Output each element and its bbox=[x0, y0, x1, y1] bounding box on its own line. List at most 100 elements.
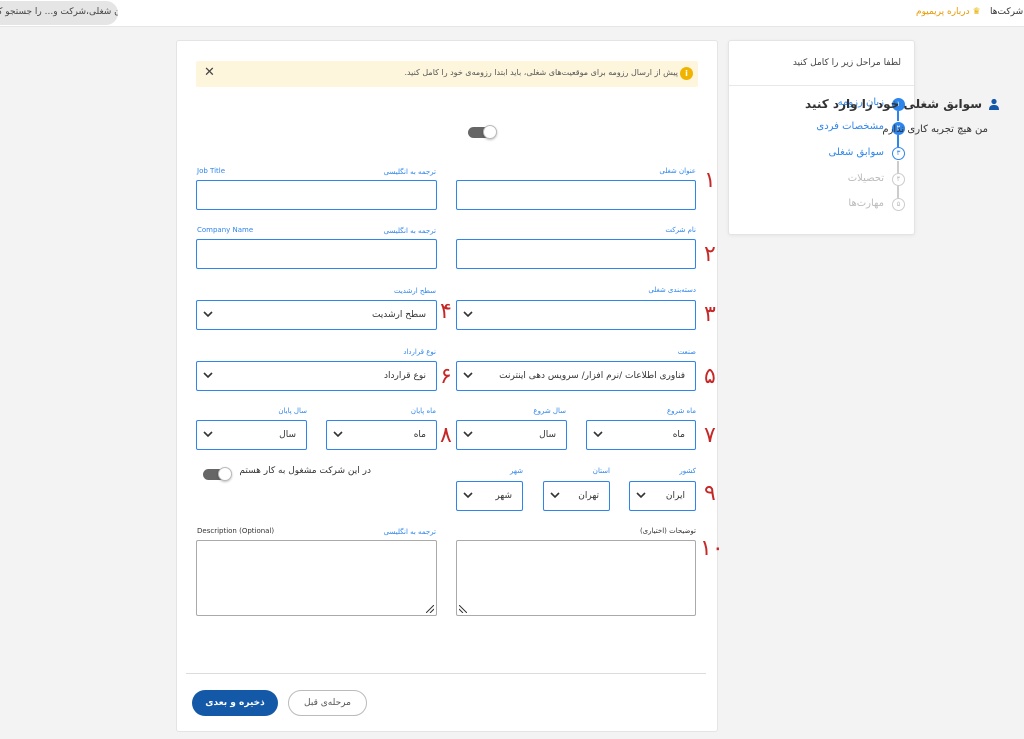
annotation-number: ۴ bbox=[440, 299, 452, 324]
no-experience-toggle[interactable] bbox=[468, 125, 497, 139]
city-label: شهر bbox=[510, 467, 523, 475]
start-year-dropdown[interactable]: سال bbox=[456, 420, 567, 450]
description-label: توضیحات (اختیاری) bbox=[639, 527, 696, 535]
annotation-number: ۸ bbox=[440, 423, 452, 448]
country-dropdown[interactable]: ایران bbox=[629, 481, 696, 511]
description-textarea[interactable] bbox=[456, 540, 696, 616]
premium-link[interactable]: ♛ درباره پریمیوم bbox=[916, 7, 981, 17]
end-month-value: ماه bbox=[413, 430, 426, 440]
chevron-down-icon bbox=[463, 372, 473, 379]
job-title-input[interactable] bbox=[456, 180, 696, 210]
job-title-en-label: ترجمه به انگلیسی bbox=[383, 168, 436, 176]
chevron-down-icon bbox=[203, 311, 213, 318]
chevron-down-icon bbox=[463, 492, 473, 499]
company-en-hint: Company Name bbox=[197, 226, 254, 234]
industry-label: صنعت bbox=[677, 348, 696, 356]
start-month-label: ماه شروع bbox=[666, 407, 696, 415]
end-month-dropdown[interactable]: ماه bbox=[326, 420, 437, 450]
category-label: دسته‌بندی شغلی bbox=[648, 286, 696, 294]
job-title-en-hint: Job Title bbox=[197, 167, 226, 175]
description-en-textarea[interactable] bbox=[196, 540, 437, 616]
city-dropdown[interactable]: شهر bbox=[456, 481, 523, 511]
chevron-down-icon bbox=[550, 492, 560, 499]
premium-label: درباره پریمیوم bbox=[916, 7, 970, 17]
alert-banner: i پیش از ارسال رزومه برای موقعیت‌های شغل… bbox=[196, 61, 698, 87]
city-value: شهر bbox=[495, 491, 512, 501]
step-connector bbox=[897, 111, 899, 121]
company-en-label: ترجمه به انگلیسی bbox=[383, 227, 436, 235]
no-experience-label: من هیچ تجربه کاری ندارم bbox=[882, 124, 988, 135]
job-title-en-input[interactable] bbox=[196, 180, 437, 210]
chevron-down-icon bbox=[636, 492, 646, 499]
start-month-dropdown[interactable]: ماه bbox=[586, 420, 696, 450]
step-number: ۵ bbox=[892, 198, 905, 211]
step-number: ۳ bbox=[892, 147, 905, 160]
nav-companies[interactable]: شرکت‌ها bbox=[990, 7, 1023, 17]
divider bbox=[186, 673, 706, 674]
end-year-value: سال bbox=[279, 430, 296, 440]
close-icon[interactable]: ✕ bbox=[204, 65, 215, 80]
chevron-down-icon bbox=[203, 372, 213, 379]
annotation-number: ۳ bbox=[704, 302, 716, 327]
search-text: عنوان شغلی،شرکت و... را جستجو کنید bbox=[0, 7, 118, 17]
search-box[interactable]: عنوان شغلی،شرکت و... را جستجو کنید bbox=[0, 1, 118, 25]
section-title: سوابق شغلی خود را وارد کنید bbox=[805, 97, 982, 111]
company-en-input[interactable] bbox=[196, 239, 437, 269]
annotation-number: ۹ bbox=[704, 481, 716, 506]
start-month-value: ماه bbox=[672, 430, 685, 440]
industry-dropdown[interactable]: فناوری اطلاعات /نرم افزار/ سرویس دهی این… bbox=[456, 361, 696, 391]
chevron-down-icon bbox=[203, 431, 213, 438]
annotation-number: ۱۰ bbox=[700, 536, 724, 561]
step-connector bbox=[897, 161, 899, 173]
category-dropdown[interactable] bbox=[456, 300, 696, 330]
step-skills: مهارت‌ها bbox=[848, 198, 884, 209]
company-input[interactable] bbox=[456, 239, 696, 269]
seniority-label: سطح ارشدیت bbox=[393, 287, 436, 295]
job-title-label: عنوان شغلی bbox=[659, 167, 696, 175]
country-value: ایران bbox=[665, 491, 685, 501]
start-year-value: سال bbox=[539, 430, 556, 440]
description-en-hint: Description (Optional) bbox=[197, 527, 275, 535]
toggle-knob bbox=[483, 125, 497, 139]
province-value: تهران bbox=[578, 491, 599, 501]
seniority-dropdown[interactable]: سطح ارشدیت bbox=[196, 300, 437, 330]
steps-heading: لطفا مراحل زیر را کامل کنید bbox=[792, 58, 901, 68]
person-icon bbox=[989, 98, 999, 110]
info-icon: i bbox=[680, 67, 693, 80]
province-dropdown[interactable]: تهران bbox=[543, 481, 610, 511]
top-navbar bbox=[0, 0, 1024, 27]
chevron-down-icon bbox=[593, 431, 603, 438]
step-connector bbox=[897, 186, 899, 198]
alert-text: پیش از ارسال رزومه برای موقعیت‌های شغلی،… bbox=[404, 68, 678, 77]
divider bbox=[729, 85, 914, 86]
end-year-dropdown[interactable]: سال bbox=[196, 420, 307, 450]
annotation-number: ۱ bbox=[704, 168, 716, 193]
steps-card: لطفا مراحل زیر را کامل کنید ۱ زبان رزومه… bbox=[728, 40, 915, 235]
contract-dropdown[interactable]: نوع قرارداد bbox=[196, 361, 437, 391]
annotation-number: ۶ bbox=[440, 364, 452, 389]
industry-value: فناوری اطلاعات /نرم افزار/ سرویس دهی این… bbox=[499, 371, 685, 381]
resize-handle-icon[interactable] bbox=[459, 605, 467, 613]
step-work-experience[interactable]: سوابق شغلی bbox=[829, 147, 884, 158]
currently-working-label: در این شرکت مشغول به کار هستم bbox=[239, 466, 371, 476]
annotation-number: ۷ bbox=[704, 423, 716, 448]
chevron-down-icon bbox=[463, 431, 473, 438]
country-label: کشور bbox=[679, 467, 696, 475]
step-education: تحصیلات bbox=[847, 173, 884, 184]
contract-value: نوع قرارداد bbox=[383, 371, 426, 381]
currently-working-toggle[interactable] bbox=[203, 467, 232, 481]
end-year-label: سال پایان bbox=[278, 407, 307, 415]
description-en-label: ترجمه به انگلیسی bbox=[383, 528, 436, 536]
company-label: نام شرکت bbox=[665, 226, 696, 234]
chevron-down-icon bbox=[463, 311, 473, 318]
previous-step-button[interactable]: مرحله‌ی قبل bbox=[288, 690, 367, 716]
resize-handle-icon[interactable] bbox=[426, 605, 434, 613]
contract-label: نوع قرارداد bbox=[403, 348, 436, 356]
seniority-value: سطح ارشدیت bbox=[371, 310, 426, 320]
step-number: ۴ bbox=[892, 173, 905, 186]
step-personal-info[interactable]: مشخصات فردی bbox=[816, 121, 884, 132]
step-connector bbox=[897, 135, 899, 147]
save-next-button[interactable]: ذخیره و بعدی bbox=[192, 690, 278, 716]
chevron-down-icon bbox=[333, 431, 343, 438]
province-label: استان bbox=[592, 467, 610, 475]
